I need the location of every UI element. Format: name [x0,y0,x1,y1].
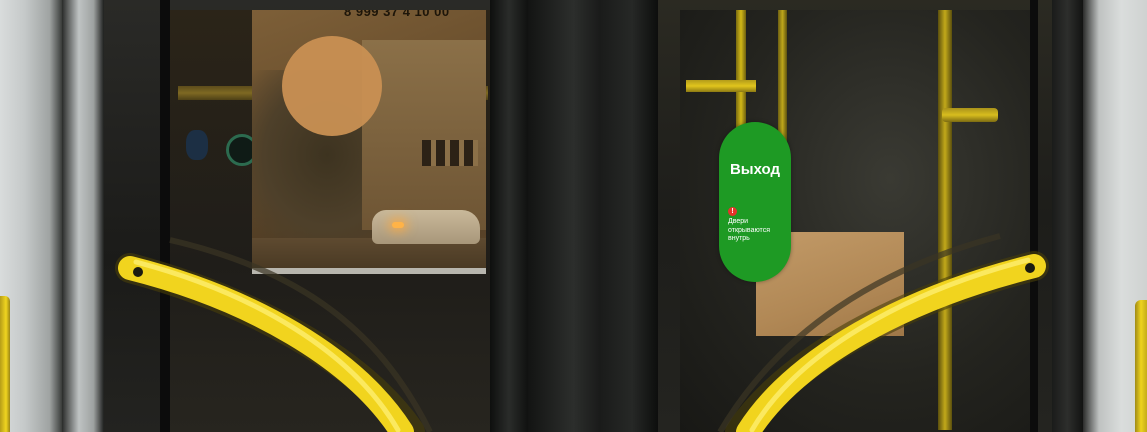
left-yellow-post [0,296,10,432]
left-handrail-bolt-icon [133,267,143,277]
curved-handrails [115,233,1049,432]
bus-door-scene: 8 999 37 4 10 00 Выход ! Двери открывают… [0,0,1147,432]
right-handrail-bolt-icon [1025,263,1035,273]
right-yellow-post [1135,300,1147,432]
